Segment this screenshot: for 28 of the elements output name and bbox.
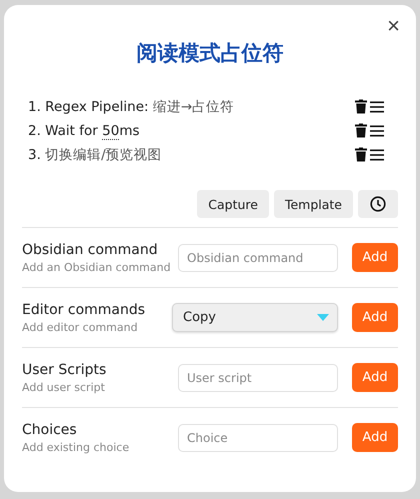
clock-button[interactable] [358, 190, 398, 218]
step-text: 2. Wait for 50ms [28, 122, 140, 138]
action-button[interactable]: Template [274, 190, 353, 218]
drag-handle-icon[interactable] [370, 100, 384, 112]
setting-description: Add user script [22, 380, 106, 394]
modal-title: 阅读模式占位符 [136, 40, 284, 67]
input-field[interactable]: Choice [178, 424, 338, 452]
drag-handle-icon[interactable] [370, 124, 384, 136]
setting-description: Add existing choice [22, 440, 130, 454]
setting-name: Obsidian command [22, 242, 159, 258]
delete-icon[interactable] [355, 123, 367, 138]
clock-icon [370, 196, 386, 212]
close-button[interactable]: × [383, 15, 404, 37]
dropdown[interactable]: Copy [172, 303, 338, 332]
setting-name: User Scripts [22, 362, 108, 378]
input-field[interactable]: Obsidian command [178, 244, 338, 272]
action-button[interactable]: Capture [197, 190, 269, 218]
step-text: 1. Regex Pipeline: 缩进→占位符 [28, 98, 236, 116]
step-text: 3. 切换编辑/预览视图 [28, 146, 163, 164]
dropdown-arrow-icon [317, 314, 329, 322]
delete-icon[interactable] [355, 147, 367, 162]
input-field[interactable]: User script [178, 364, 338, 392]
drag-handle-icon[interactable] [370, 148, 384, 160]
setting-description: Add an Obsidian command [22, 260, 172, 274]
delete-icon[interactable] [355, 99, 367, 114]
setting-name: Editor commands [22, 302, 146, 318]
setting-description: Add editor command [22, 320, 139, 334]
setting-name: Choices [22, 422, 78, 438]
